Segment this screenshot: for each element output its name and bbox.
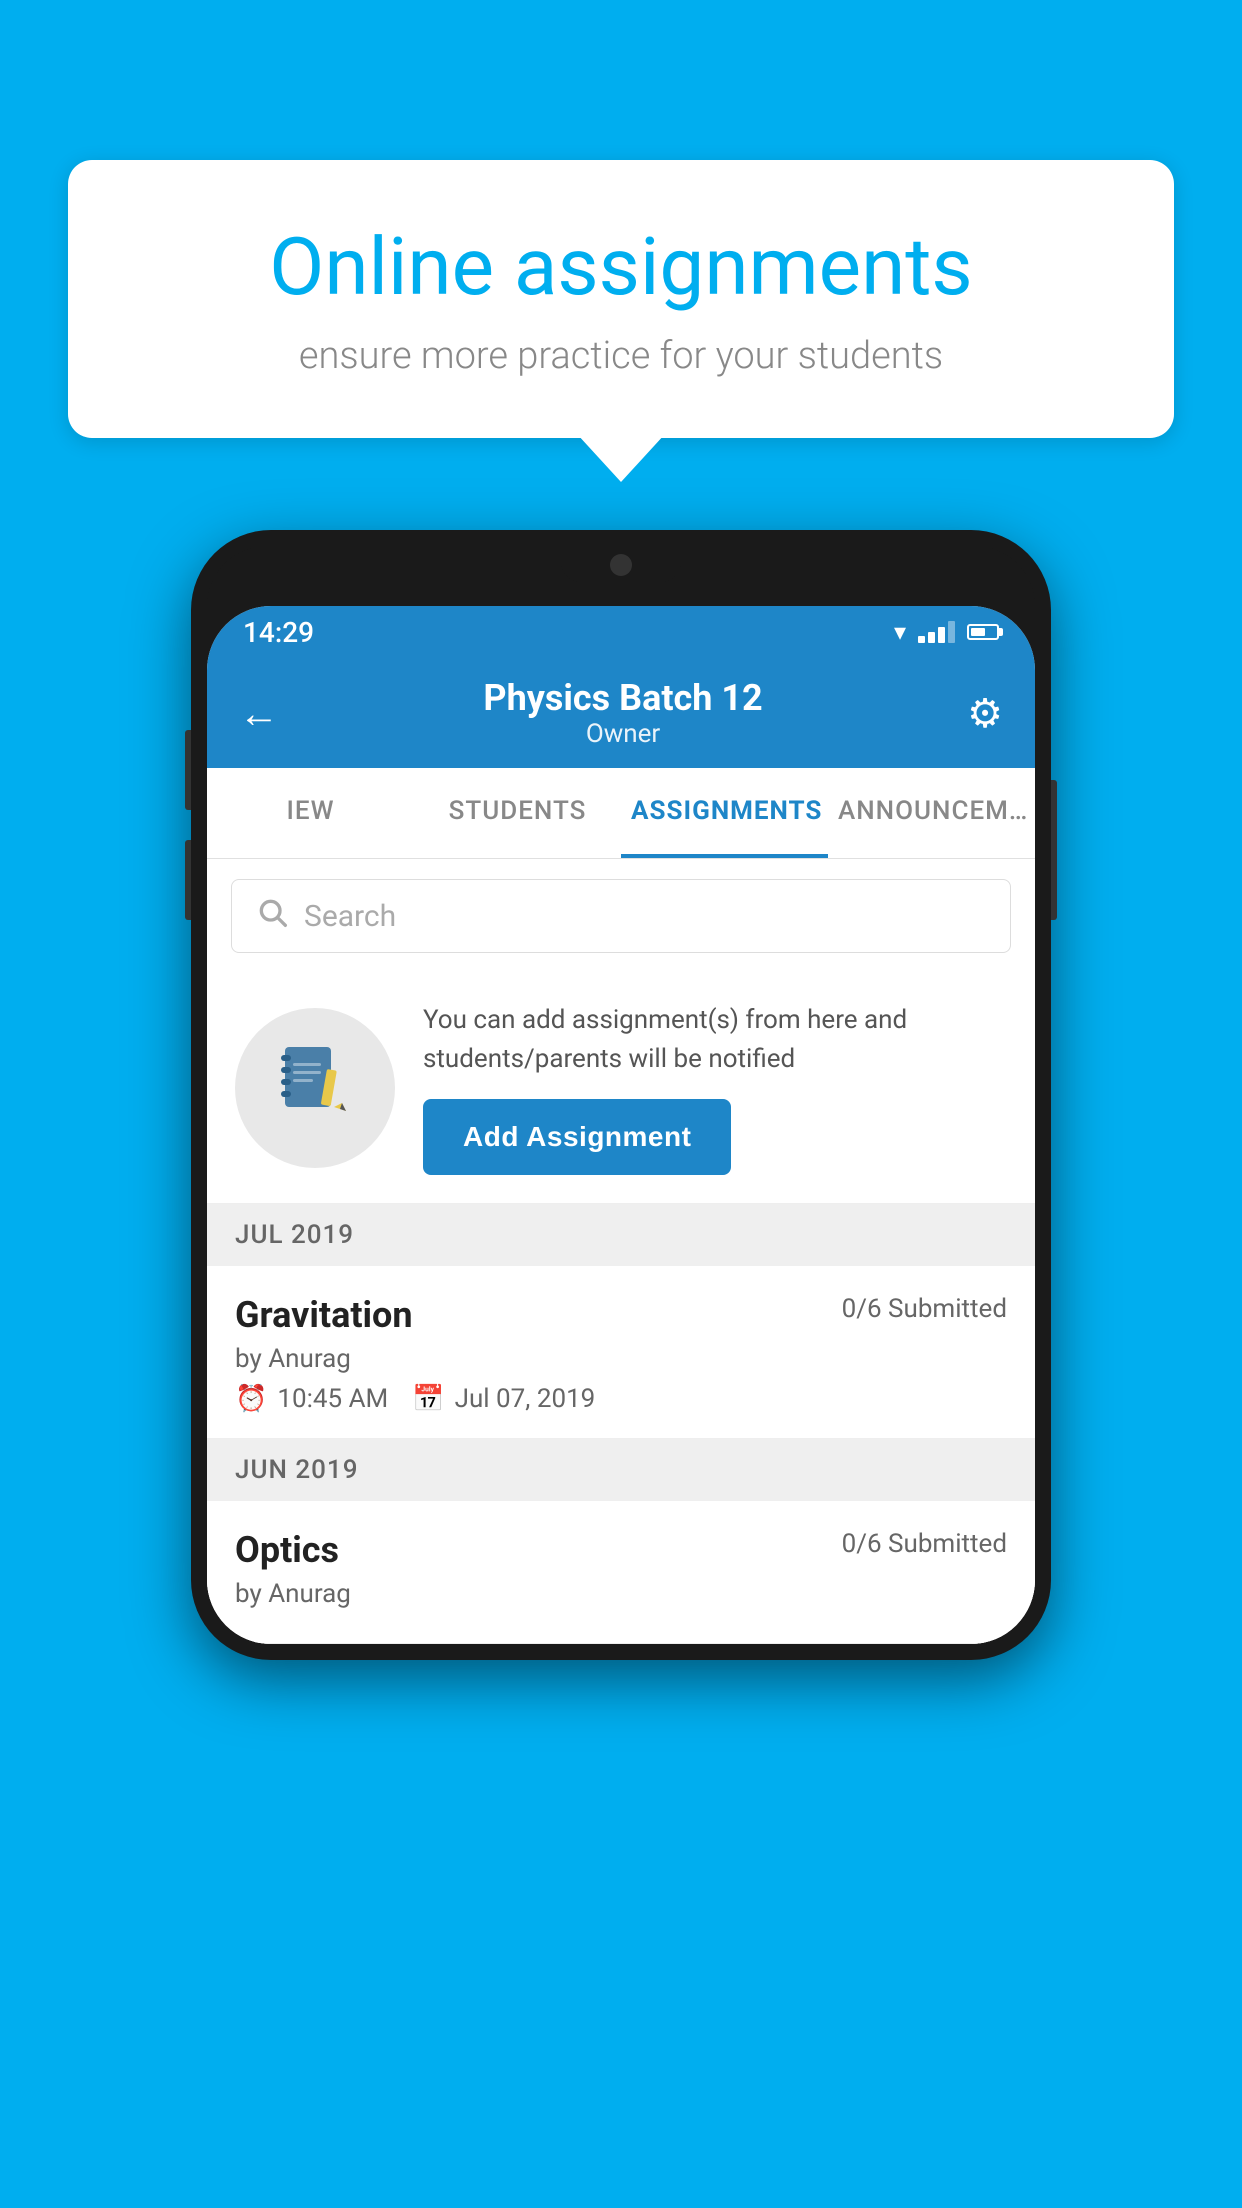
assignment-item-optics[interactable]: Optics 0/6 Submitted by Anurag (207, 1501, 1035, 1644)
volume-down-button (185, 840, 191, 920)
assignment-submitted-optics: 0/6 Submitted (842, 1529, 1007, 1559)
signal-bar-4 (948, 621, 955, 643)
phone-notch (561, 546, 681, 582)
month-header-jun: JUN 2019 (207, 1439, 1035, 1501)
wifi-icon: ▾ (894, 618, 906, 646)
signal-bar-3 (938, 627, 945, 643)
bubble-subtitle: ensure more practice for your students (138, 334, 1104, 378)
notebook-icon (275, 1039, 355, 1137)
bubble-title: Online assignments (138, 220, 1104, 314)
back-button[interactable]: ← (239, 690, 279, 737)
assignment-icon-circle (235, 1008, 395, 1168)
month-header-jul: JUL 2019 (207, 1204, 1035, 1266)
phone-outer: 14:29 ▾ (191, 530, 1051, 1660)
add-assignment-promo: You can add assignment(s) from here and … (207, 973, 1035, 1204)
battery-icon (967, 624, 999, 640)
search-placeholder: Search (304, 899, 396, 934)
power-button (1051, 780, 1057, 920)
status-icons: ▾ (894, 618, 999, 646)
tab-announcements[interactable]: ANNOUNCEM… (828, 768, 1035, 858)
tab-assignments[interactable]: ASSIGNMENTS (621, 768, 828, 858)
add-assignment-button[interactable]: Add Assignment (423, 1099, 731, 1175)
header-title-area: Physics Batch 12 Owner (483, 677, 762, 749)
volume-up-button (185, 730, 191, 810)
assignment-top-row-optics: Optics 0/6 Submitted (235, 1529, 1007, 1571)
calendar-icon: 📅 (412, 1384, 444, 1414)
promo-text: You can add assignment(s) from here and … (423, 1001, 1007, 1079)
assignment-meta-gravitation: ⏰ 10:45 AM 📅 Jul 07, 2019 (235, 1384, 1007, 1414)
promo-right: You can add assignment(s) from here and … (423, 1001, 1007, 1175)
assignment-name-gravitation: Gravitation (235, 1294, 413, 1336)
search-box[interactable]: Search (231, 879, 1011, 953)
assignment-top-row: Gravitation 0/6 Submitted (235, 1294, 1007, 1336)
tab-students[interactable]: STUDENTS (414, 768, 621, 858)
assignment-date-gravitation: 📅 Jul 07, 2019 (412, 1384, 595, 1414)
tabs-container: IEW STUDENTS ASSIGNMENTS ANNOUNCEM… (207, 768, 1035, 859)
search-container: Search (207, 859, 1035, 973)
app-header: ← Physics Batch 12 Owner ⚙ (207, 658, 1035, 768)
phone-top-bar (207, 546, 1035, 606)
signal-bars (918, 621, 955, 643)
status-time: 14:29 (243, 616, 314, 649)
assignment-item-gravitation[interactable]: Gravitation 0/6 Submitted by Anurag ⏰ 10… (207, 1266, 1035, 1439)
speech-bubble: Online assignments ensure more practice … (68, 160, 1174, 438)
speech-bubble-container: Online assignments ensure more practice … (68, 160, 1174, 438)
clock-icon: ⏰ (235, 1384, 267, 1414)
settings-icon[interactable]: ⚙ (967, 690, 1003, 737)
assignment-submitted-gravitation: 0/6 Submitted (842, 1294, 1007, 1324)
battery-fill (971, 628, 985, 636)
header-title: Physics Batch 12 (483, 677, 762, 719)
assignment-time-gravitation: ⏰ 10:45 AM (235, 1384, 388, 1414)
assignment-name-optics: Optics (235, 1529, 339, 1571)
header-subtitle: Owner (483, 719, 762, 749)
signal-bar-2 (928, 632, 935, 643)
search-icon (256, 896, 288, 936)
tab-iew[interactable]: IEW (207, 768, 414, 858)
assignment-by-gravitation: by Anurag (235, 1344, 1007, 1374)
phone-screen: 14:29 ▾ (207, 606, 1035, 1644)
phone-camera (610, 554, 632, 576)
assignment-by-optics: by Anurag (235, 1579, 1007, 1609)
phone-container: 14:29 ▾ (191, 530, 1051, 1660)
screen-content: Search (207, 859, 1035, 1644)
status-bar: 14:29 ▾ (207, 606, 1035, 658)
signal-bar-1 (918, 636, 925, 643)
